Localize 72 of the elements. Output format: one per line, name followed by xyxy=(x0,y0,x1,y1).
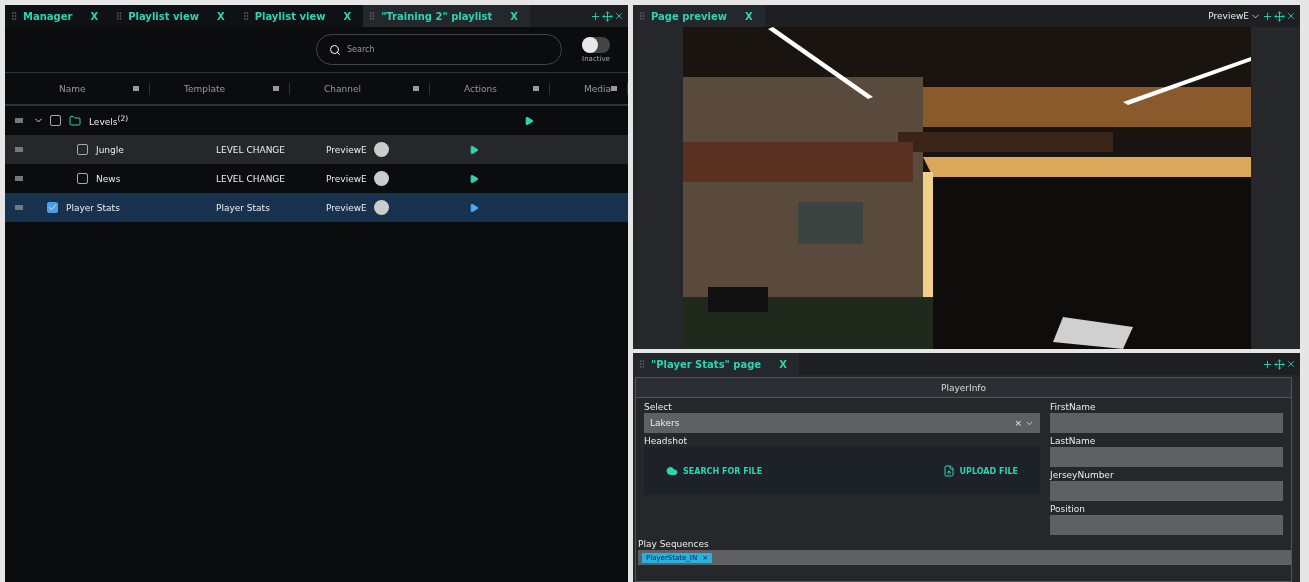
checkbox[interactable] xyxy=(47,202,58,213)
select-field[interactable]: Lakers × xyxy=(644,413,1040,433)
search-icon[interactable] xyxy=(329,43,341,56)
input-field[interactable] xyxy=(1050,447,1283,467)
engine-icon xyxy=(374,171,389,186)
move-icon[interactable] xyxy=(602,10,613,22)
column-header[interactable]: Media xyxy=(550,82,628,95)
table-cell-text: LEVEL CHANGE xyxy=(216,144,287,155)
table-cell-text: LEVEL CHANGE xyxy=(216,173,287,184)
channel-selector[interactable]: PreviewE xyxy=(1208,11,1249,21)
checkbox[interactable] xyxy=(77,144,88,155)
checkbox[interactable] xyxy=(50,115,61,126)
panel-tab[interactable]: "Training 2" playlist X xyxy=(363,5,530,27)
search-file-button[interactable]: SEARCH FOR FILE xyxy=(660,464,769,478)
drag-handle[interactable] xyxy=(15,118,23,123)
checkbox[interactable] xyxy=(77,173,88,184)
engine-icon xyxy=(374,142,389,157)
row-name: Player Stats xyxy=(66,202,121,213)
folder-icon xyxy=(69,114,81,127)
field-label: JerseyNumber xyxy=(1050,470,1115,480)
grip-icon[interactable] xyxy=(9,11,19,21)
table-cell-text: PreviewE xyxy=(326,202,368,213)
cloud-icon xyxy=(666,465,678,477)
row-name: Jungle xyxy=(96,144,125,155)
input-field[interactable] xyxy=(1050,413,1283,433)
column-header[interactable]: Channel xyxy=(290,82,430,95)
close-icon[interactable] xyxy=(1286,11,1296,21)
play-icon[interactable] xyxy=(469,202,479,213)
search-input[interactable]: Search xyxy=(345,44,525,55)
row-name: Levels$^{(2)}$ xyxy=(89,114,129,127)
section-title: PlayerInfo xyxy=(636,378,1291,398)
input-field[interactable] xyxy=(1050,515,1283,535)
table-cell-text: PreviewE xyxy=(326,173,368,184)
drag-handle[interactable] xyxy=(15,176,23,181)
grip-icon[interactable] xyxy=(637,359,647,369)
add-icon[interactable] xyxy=(1262,358,1273,370)
file-icon xyxy=(942,465,955,477)
move-icon[interactable] xyxy=(1274,10,1285,22)
panel-tab[interactable]: "Player Stats" page X xyxy=(633,353,799,375)
add-icon[interactable] xyxy=(1262,10,1273,22)
panel-tab[interactable]: Page preview X xyxy=(633,5,765,27)
engine-icon xyxy=(374,200,389,215)
move-icon[interactable] xyxy=(1274,358,1285,370)
add-icon[interactable] xyxy=(590,10,601,22)
row-name: News xyxy=(96,173,122,184)
drag-handle[interactable] xyxy=(15,147,23,152)
table-cell-text: PreviewE xyxy=(326,144,368,155)
field-label: Play Sequences xyxy=(638,539,710,549)
panel-tab[interactable]: Manager X xyxy=(5,5,111,27)
close-icon[interactable] xyxy=(1286,359,1296,369)
table-cell-text: Player Stats xyxy=(216,202,271,213)
column-header[interactable]: Name xyxy=(25,82,150,95)
close-icon[interactable] xyxy=(614,11,624,21)
field-label: Headshot xyxy=(644,436,688,446)
play-icon[interactable] xyxy=(469,144,479,155)
field-label: Select xyxy=(644,402,673,412)
toggle-switch[interactable] xyxy=(582,36,610,53)
table-row[interactable]: Jungle LEVEL CHANGE PreviewE xyxy=(5,135,628,164)
column-header[interactable]: Template xyxy=(150,82,290,95)
field-label: LastName xyxy=(1050,436,1097,446)
upload-file-button[interactable]: UPLOAD FILE xyxy=(936,464,1024,478)
table-row[interactable]: Player Stats Player Stats PreviewE xyxy=(5,193,628,222)
grip-icon[interactable] xyxy=(637,11,647,21)
input-field[interactable] xyxy=(1050,481,1283,501)
panel-tab[interactable]: Playlist view X xyxy=(236,5,364,27)
field-label: FirstName xyxy=(1050,402,1097,412)
column-header[interactable]: Actions xyxy=(430,82,550,95)
play-icon[interactable] xyxy=(469,173,479,184)
field-label: Position xyxy=(1050,504,1087,514)
panel-tab[interactable]: Playlist view X xyxy=(110,5,237,27)
drag-handle[interactable] xyxy=(15,205,23,210)
play-icon[interactable] xyxy=(524,115,535,126)
